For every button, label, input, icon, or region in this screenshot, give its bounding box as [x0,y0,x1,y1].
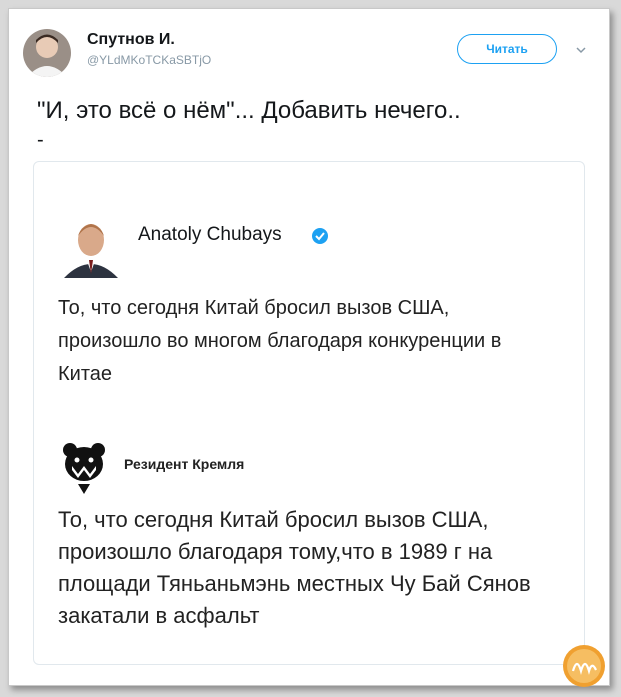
embedded-author-name-2: Резидент Кремля [124,456,245,472]
follow-button[interactable]: Читать [457,34,557,64]
chubays-avatar [64,214,118,278]
embedded-quote-text: То, что сегодня Китай бросил вызов США, … [58,297,502,385]
user-avatar[interactable] [23,29,71,77]
embedded-author-name: Anatoly Chubays [138,224,282,245]
user-handle[interactable]: @YLdMKoTCKaSBTjO [87,53,211,67]
tweet-text: "И, это всё о нём"... Добавить нечего.. [37,97,461,124]
user-name[interactable]: Спутнов И. [87,31,175,49]
bear-logo-icon [60,440,108,494]
embedded-image[interactable]: Anatoly Chubays То, что сегодня Китай бр… [33,161,585,665]
embedded-quote-text-2: То, что сегодня Китай бросил вызов США, … [58,507,531,628]
muha-watermark-logo [561,643,607,689]
chevron-down-icon[interactable] [575,43,587,55]
tweet-dash: - [37,129,44,151]
verified-icon [311,227,329,245]
tweet-card: Спутнов И. @YLdMKoTCKaSBTjO Читать "И, э… [8,8,610,689]
